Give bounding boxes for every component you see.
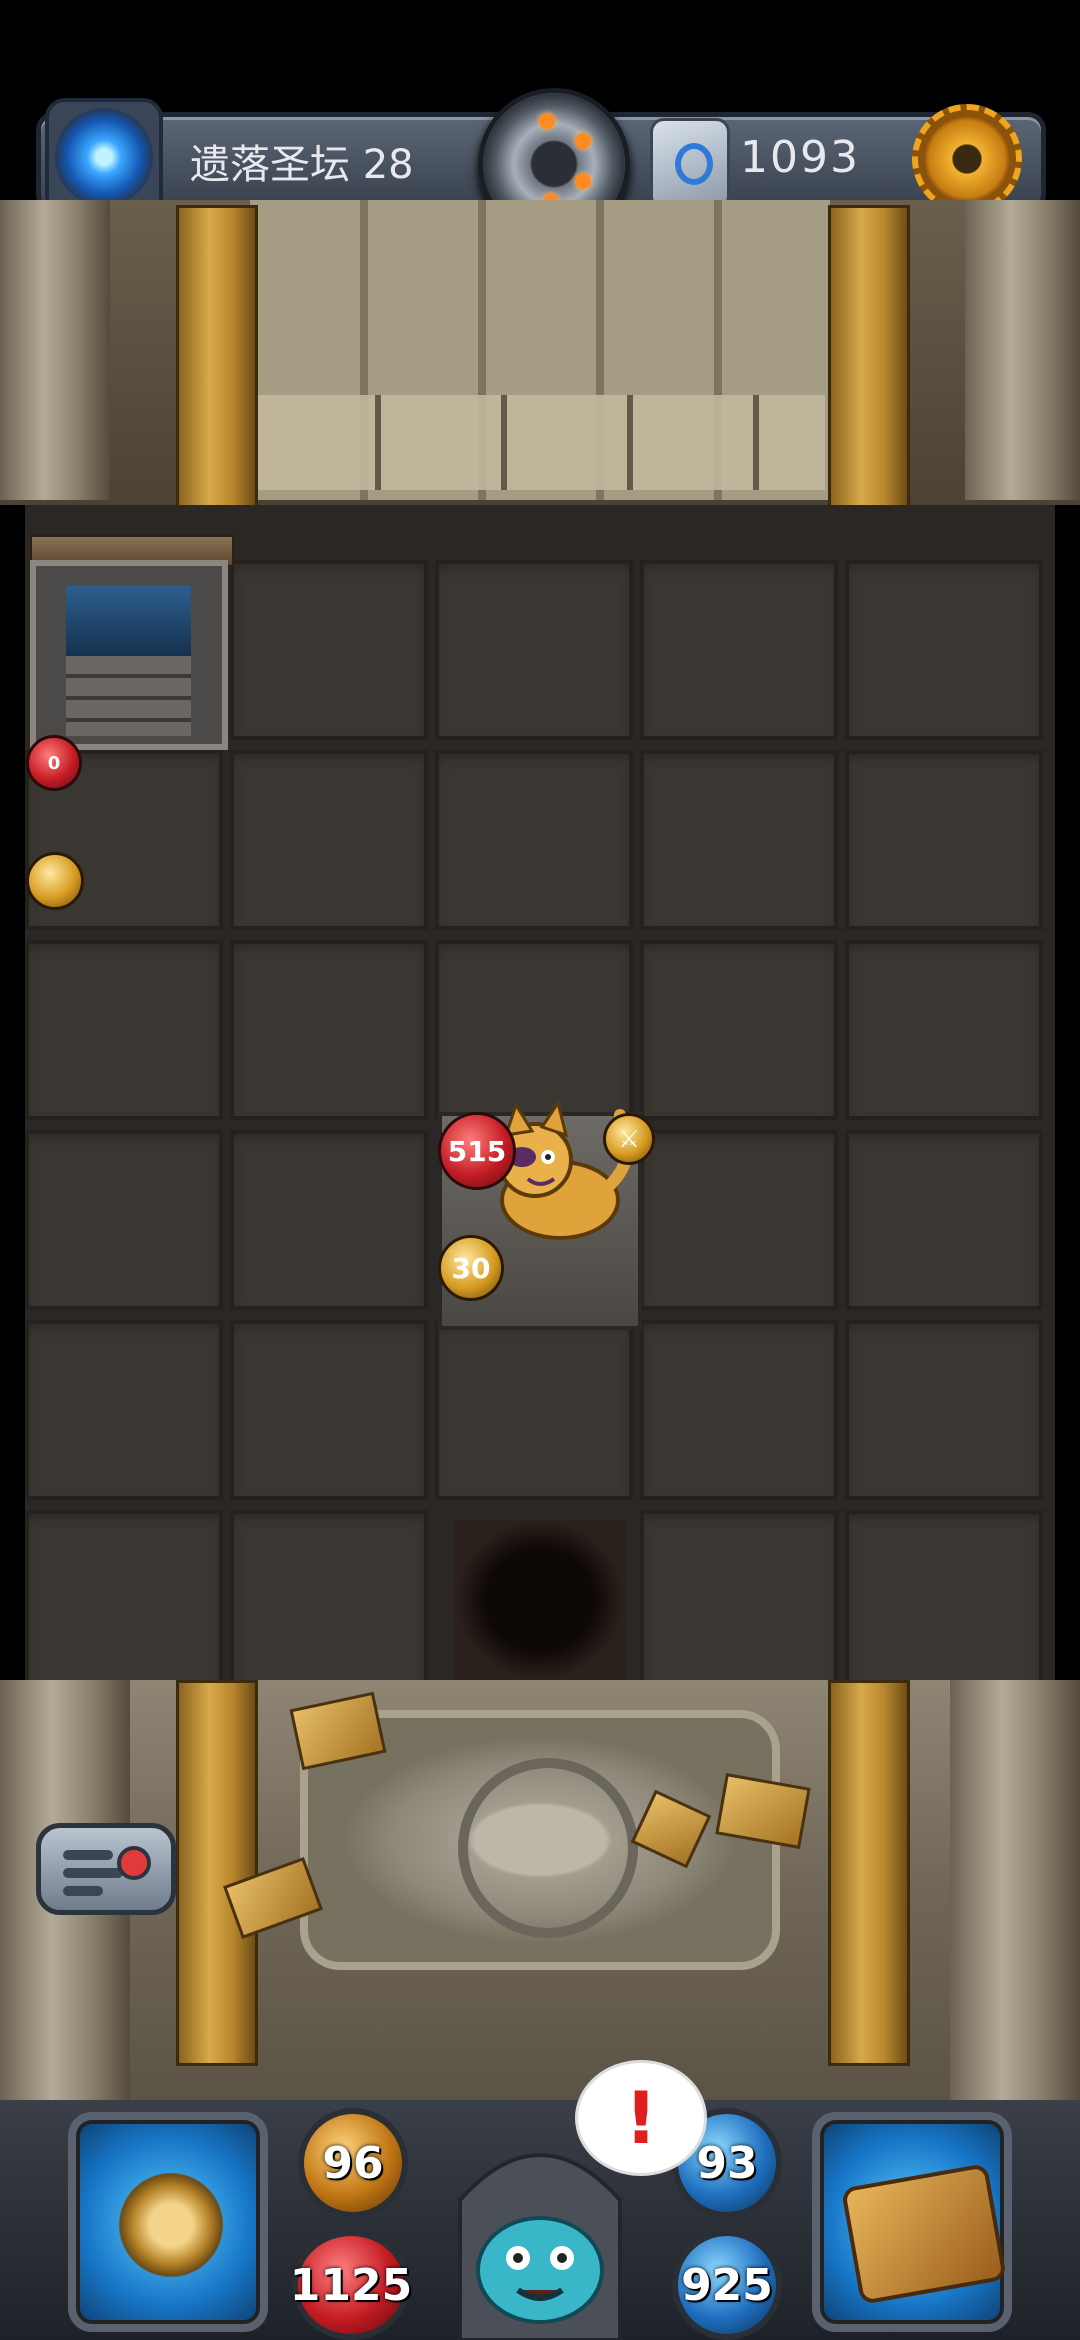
stone-row [255,395,825,490]
hp-value: 1125 [289,2259,413,2311]
floor-hole[interactable] [455,1520,625,1680]
enemy-hp-orb: 515 [438,1112,516,1190]
floor-title: 遗落圣坛 28层 [190,142,414,246]
floor-tile[interactable] [435,940,633,1120]
floor-tile[interactable] [230,560,428,740]
gold-pillar-left [176,205,258,511]
floor-tile[interactable] [25,1320,223,1500]
gold-pillar-right [828,205,910,511]
rune-stone-icon [650,118,730,210]
floor-tile[interactable] [230,1320,428,1500]
hp-stat: 1125 [289,2230,413,2340]
enemy-attack-orb: 30 [438,1235,504,1301]
enemy-hp-value: 515 [447,1134,507,1168]
floor-tile[interactable] [25,1510,223,1690]
floor-tile[interactable] [640,1320,838,1500]
stairs-exit[interactable] [30,560,228,750]
hero-shield-icon [111,2165,231,2285]
red-potion-orb[interactable]: 0 [26,735,82,791]
left-column [0,200,110,500]
floor-tile[interactable] [435,750,633,930]
floor-tile[interactable] [845,750,1043,930]
floor-tile[interactable] [435,560,633,740]
spellbook-card[interactable] [812,2112,1012,2332]
sword-badge-icon: ⚔ [603,1113,655,1165]
floor-tile[interactable] [230,940,428,1120]
floor-tile[interactable] [640,750,838,930]
floor-tile[interactable] [845,560,1043,740]
right-column [965,200,1080,500]
alert-bubble[interactable]: ! [575,2060,707,2176]
gold-pillar-right [828,1680,910,2066]
floor-tile[interactable] [230,1130,428,1310]
floor-tile[interactable] [435,1320,633,1500]
gold-pillar-left [176,1680,258,2066]
floor-tile[interactable] [640,1510,838,1690]
floor-tile[interactable] [845,1130,1043,1310]
floor-tile[interactable] [640,560,838,740]
floor-tile[interactable] [230,750,428,930]
portal-icon[interactable] [45,98,163,216]
mana-stat: 925 [672,2230,782,2340]
attack-stat: 96 [298,2108,408,2218]
attack-value: 96 [322,2137,384,2189]
floor-tile[interactable] [845,940,1043,1120]
floor-tile[interactable] [845,1510,1043,1690]
mana-value: 925 [681,2259,773,2311]
floor-tile[interactable] [845,1320,1043,1500]
enemy-attack-value: 30 [451,1251,491,1285]
floor-tile[interactable] [230,1510,428,1690]
floor-tile[interactable] [640,940,838,1120]
alert-mark: ! [624,2076,658,2160]
defense-value: 93 [696,2137,758,2189]
gold-attack-orb[interactable] [26,852,84,910]
hero-card[interactable] [68,2112,268,2332]
notification-dot [117,1846,151,1880]
chat-button[interactable] [36,1823,176,1915]
spellbook-icon [840,2163,1008,2305]
gear-icon[interactable] [912,104,1022,214]
floor-tile[interactable] [25,1130,223,1310]
red-orb-value: 0 [47,752,61,774]
floor-tile[interactable] [640,1130,838,1310]
floor-tile[interactable] [25,940,223,1120]
right-column [950,1680,1080,2100]
currency-value: 1093 [740,132,860,183]
